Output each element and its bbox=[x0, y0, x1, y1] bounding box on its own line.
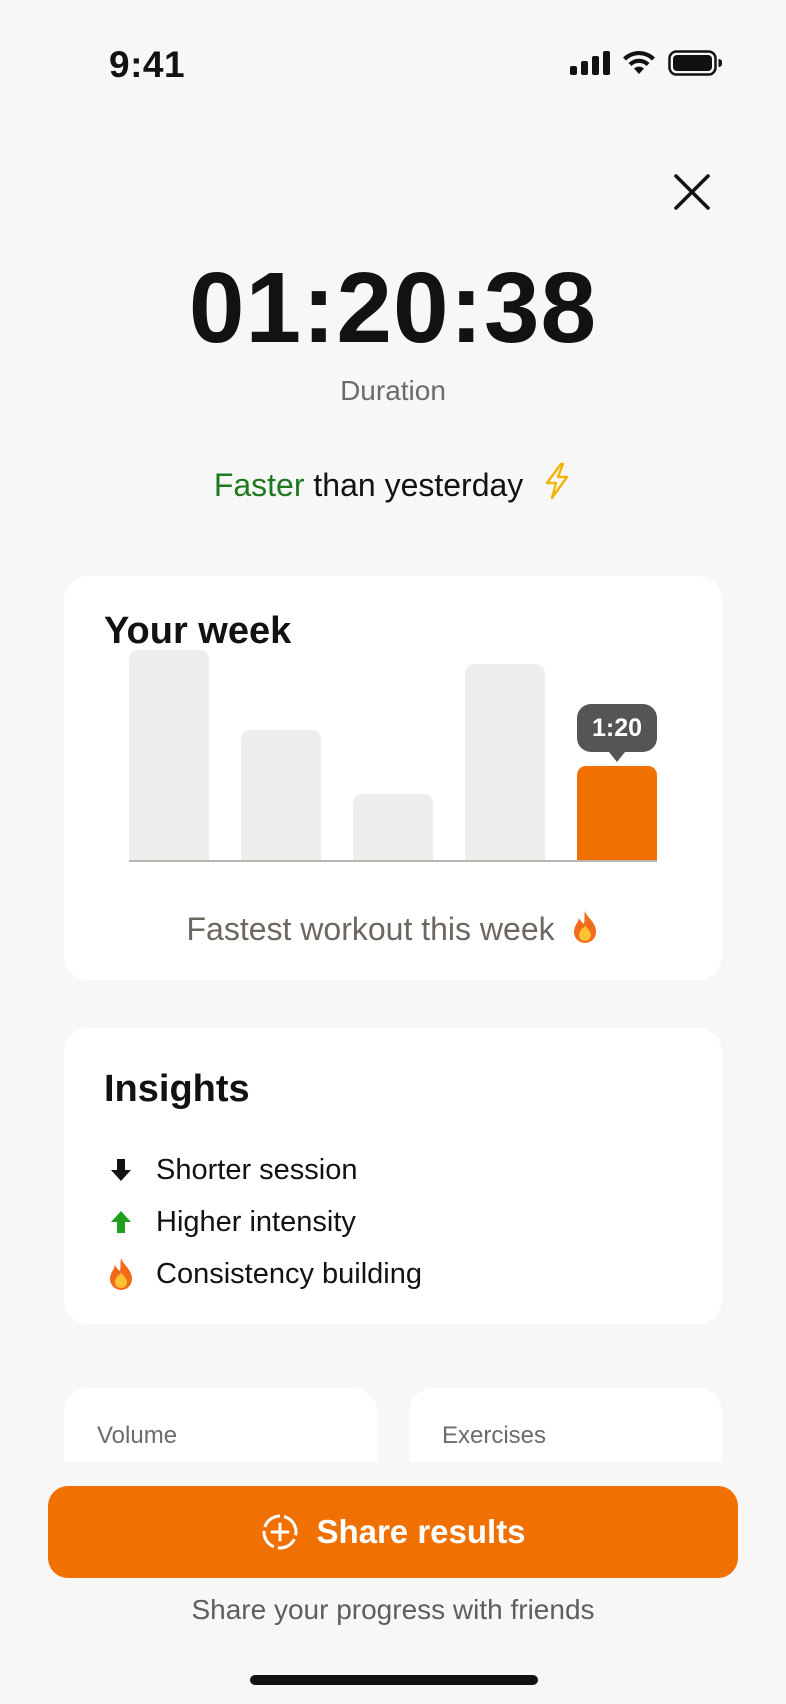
volume-label: Volume bbox=[97, 1422, 178, 1449]
duration-value: 01:20:38 bbox=[188, 252, 598, 364]
week-card: Your week 1:20 Fastest workout this week bbox=[64, 576, 722, 980]
duration-label: Duration bbox=[340, 375, 446, 406]
insight-item: Shorter session bbox=[104, 1144, 422, 1196]
comparison-highlight: Faster bbox=[213, 467, 305, 503]
insight-label: Shorter session bbox=[156, 1153, 358, 1186]
insight-item: Consistency building bbox=[104, 1248, 422, 1300]
arrow-down-icon bbox=[104, 1157, 138, 1183]
share-button-label: Share results bbox=[316, 1513, 526, 1550]
chart-bar-highlight[interactable] bbox=[577, 766, 657, 860]
week-caption-text: Fastest workout this week bbox=[186, 911, 555, 947]
chart-bar[interactable] bbox=[129, 650, 209, 860]
insight-label: Higher intensity bbox=[156, 1205, 356, 1238]
insight-label: Consistency building bbox=[156, 1257, 422, 1290]
fire-icon bbox=[104, 1257, 138, 1291]
comparison-rest: than yesterday bbox=[304, 467, 524, 503]
signal-icon bbox=[570, 51, 610, 75]
arrow-up-icon bbox=[104, 1209, 138, 1235]
close-icon bbox=[674, 174, 710, 210]
insight-list: Shorter session Higher intensity Consist… bbox=[104, 1144, 422, 1300]
chart-bar[interactable] bbox=[353, 794, 433, 860]
chart-bar[interactable] bbox=[241, 730, 321, 860]
week-caption: Fastest workout this week bbox=[64, 910, 722, 952]
add-circle-icon bbox=[260, 1512, 300, 1552]
home-indicator[interactable] bbox=[250, 1675, 538, 1685]
comparison-text: Faster than yesterday bbox=[0, 462, 786, 508]
chart-baseline bbox=[129, 860, 657, 862]
close-button[interactable] bbox=[664, 164, 720, 220]
chart-tooltip: 1:20 bbox=[577, 704, 657, 762]
status-icons bbox=[570, 50, 722, 76]
fire-icon bbox=[570, 910, 600, 952]
battery-icon bbox=[668, 50, 722, 76]
share-subtitle: Share your progress with friends bbox=[191, 1594, 595, 1625]
insights-title: Insights bbox=[104, 1068, 250, 1110]
status-time: 9:41 bbox=[109, 44, 186, 85]
chart-bar[interactable] bbox=[465, 664, 545, 860]
status-bar: 9:41 bbox=[0, 40, 786, 90]
wifi-icon bbox=[623, 51, 655, 74]
lightning-icon bbox=[542, 462, 572, 508]
week-chart-bars bbox=[129, 636, 657, 860]
share-results-button[interactable]: Share results bbox=[48, 1486, 738, 1578]
exercises-label: Exercises bbox=[442, 1422, 547, 1449]
insights-card: Insights Shorter session Higher intensit… bbox=[64, 1028, 722, 1324]
insight-item: Higher intensity bbox=[104, 1196, 422, 1248]
